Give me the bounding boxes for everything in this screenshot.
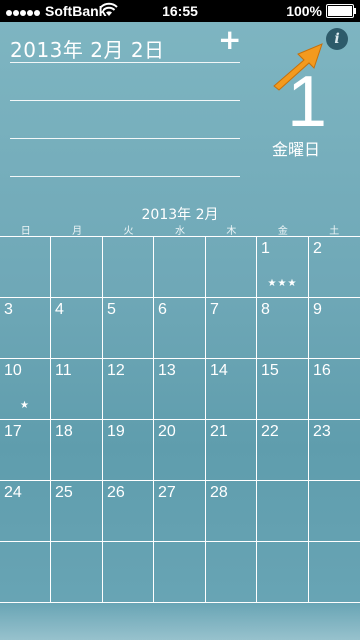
day-number-label: 27 (158, 484, 176, 501)
day-number: 1 (286, 62, 328, 142)
day-number-label: 6 (158, 301, 167, 318)
day-number-label: 3 (4, 301, 13, 318)
day-number-label: 4 (55, 301, 64, 318)
weekday-2: 火 (123, 226, 134, 237)
calendar-day-cell[interactable]: 27 (154, 481, 206, 542)
weekday-6: 土 (329, 226, 340, 237)
day-number-label: 26 (107, 484, 125, 501)
calendar-day-cell[interactable]: 16 (309, 359, 360, 420)
calendar-grid: 1 ★★★ 2 3 4 5 6 7 8 9 10 ★ 11 12 13 14 15 16 17 18 19 20 21 22 2… (0, 236, 360, 603)
calendar-day-cell[interactable] (206, 542, 257, 603)
calendar-day-cell[interactable]: 18 (51, 420, 103, 481)
day-number-label: 9 (313, 301, 322, 318)
battery: 100% (286, 3, 356, 19)
calendar-day-cell[interactable]: 6 (154, 298, 206, 359)
calendar-day-cell[interactable]: 5 (103, 298, 154, 359)
calendar-day-cell[interactable] (154, 542, 206, 603)
day-number-label: 8 (261, 301, 270, 318)
calendar-day-cell[interactable]: 10 ★ (0, 359, 51, 420)
calendar-day-cell[interactable]: 9 (309, 298, 360, 359)
event-stars: ★ (20, 400, 30, 411)
day-number-label: 15 (261, 362, 279, 379)
month-label: 2013年 2月 (141, 207, 219, 223)
calendar-day-cell[interactable]: 13 (154, 359, 206, 420)
calendar-day-cell[interactable] (154, 237, 206, 298)
weekday-label: 金曜日 (272, 140, 321, 159)
calendar-day-cell[interactable]: 24 (0, 481, 51, 542)
calendar-day-cell[interactable] (0, 542, 51, 603)
day-number-label: 21 (210, 423, 228, 440)
calendar-day-cell[interactable]: 25 (51, 481, 103, 542)
calendar-day-cell[interactable]: 21 (206, 420, 257, 481)
calendar-day-cell[interactable] (309, 481, 360, 542)
calendar-day-cell[interactable] (206, 237, 257, 298)
calendar-day-cell[interactable]: 15 (257, 359, 309, 420)
day-number-label: 16 (313, 362, 331, 379)
day-number-label: 20 (158, 423, 176, 440)
day-number-label: 2 (313, 240, 322, 257)
calendar-day-cell[interactable] (257, 542, 309, 603)
calendar-day-cell[interactable]: 17 (0, 420, 51, 481)
battery-percent: 100% (286, 3, 322, 19)
calendar-day-cell[interactable]: 8 (257, 298, 309, 359)
calendar-day-cell[interactable] (257, 481, 309, 542)
day-number-label: 10 (4, 362, 22, 379)
day-number-label: 22 (261, 423, 279, 440)
weekday-1: 月 (72, 226, 83, 237)
event-stars: ★★★ (267, 278, 298, 289)
calendar-day-cell[interactable]: 14 (206, 359, 257, 420)
calendar-day-cell[interactable] (103, 237, 154, 298)
calendar-day-cell[interactable] (0, 237, 51, 298)
day-number-label: 12 (107, 362, 125, 379)
calendar-day-cell[interactable]: 1 ★★★ (257, 237, 309, 298)
bottom-area (0, 602, 360, 640)
day-number-label: 5 (107, 301, 116, 318)
add-note-button[interactable]: + (218, 26, 241, 54)
day-number-label: 11 (55, 362, 72, 379)
weekday-0: 日 (20, 226, 31, 237)
calendar-day-cell[interactable]: 3 (0, 298, 51, 359)
note-line[interactable] (10, 62, 240, 63)
day-number-label: 17 (4, 423, 22, 440)
note-line[interactable] (10, 138, 240, 139)
day-number-label: 24 (4, 484, 22, 501)
calendar-day-cell[interactable]: 28 (206, 481, 257, 542)
calendar-day-cell[interactable]: 4 (51, 298, 103, 359)
day-number-label: 25 (55, 484, 73, 501)
day-number-label: 23 (313, 423, 331, 440)
status-bar: SoftBank 16:55 100% (0, 0, 360, 22)
calendar-day-cell[interactable]: 22 (257, 420, 309, 481)
weekday-4: 木 (226, 226, 237, 237)
calendar-day-cell[interactable] (103, 542, 154, 603)
day-number-label: 28 (210, 484, 228, 501)
day-number-label: 14 (210, 362, 228, 379)
calendar-day-cell[interactable]: 20 (154, 420, 206, 481)
calendar-day-cell[interactable]: 2 (309, 237, 360, 298)
calendar-day-cell[interactable] (51, 237, 103, 298)
calendar-day-cell[interactable]: 23 (309, 420, 360, 481)
day-number-label: 7 (210, 301, 219, 318)
note-line[interactable] (10, 176, 240, 177)
weekday-5: 金 (277, 226, 288, 237)
day-number-label: 18 (55, 423, 73, 440)
weekday-header: 日月火水木金土 (0, 222, 360, 237)
battery-icon (326, 4, 356, 18)
calendar-day-cell[interactable]: 7 (206, 298, 257, 359)
selected-date-title[interactable]: 2013年 2月 2日 (10, 34, 165, 63)
calendar-day-cell[interactable]: 19 (103, 420, 154, 481)
calendar-day-cell[interactable]: 26 (103, 481, 154, 542)
day-number-label: 1 (261, 240, 270, 257)
calendar-day-cell[interactable] (309, 542, 360, 603)
calendar-day-cell[interactable]: 12 (103, 359, 154, 420)
calendar-day-cell[interactable] (51, 542, 103, 603)
day-number-label: 19 (107, 423, 125, 440)
day-number-label: 13 (158, 362, 176, 379)
note-line[interactable] (10, 100, 240, 101)
calendar-day-cell[interactable]: 11 (51, 359, 103, 420)
weekday-3: 水 (174, 226, 185, 237)
